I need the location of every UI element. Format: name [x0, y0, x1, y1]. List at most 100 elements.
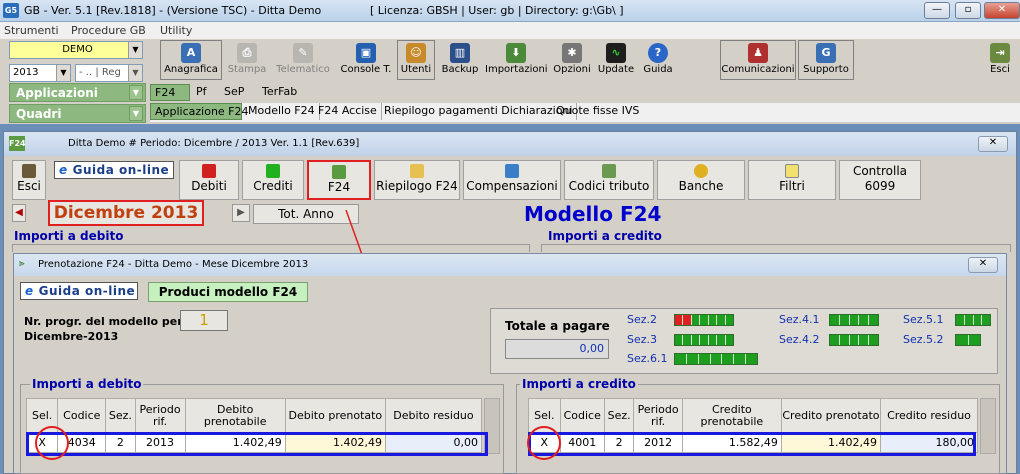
- opzioni-button[interactable]: ✱ Opzioni: [552, 40, 592, 80]
- telematico-label: Telematico: [276, 64, 330, 75]
- sez42-seg: [840, 335, 850, 345]
- tab-terfab[interactable]: TerFab: [258, 84, 301, 101]
- prenotazione-close-button[interactable]: ✕: [968, 257, 998, 273]
- debito-sel-circle: [35, 426, 69, 460]
- col-sez: Sez.: [603, 398, 635, 433]
- compensazioni-label: Compensazioni: [466, 179, 558, 193]
- chevron-down-icon: ▼: [129, 85, 143, 100]
- users-icon: ☺: [406, 43, 426, 63]
- tab-pf[interactable]: Pf: [192, 84, 211, 101]
- menu-strumenti[interactable]: Strumenti: [4, 24, 59, 37]
- filtri-button[interactable]: Filtri: [748, 160, 836, 200]
- f24-button[interactable]: F24: [307, 160, 371, 200]
- importazioni-button[interactable]: ⬇ Importazioni: [484, 40, 548, 80]
- backup-button[interactable]: ▥ Backup: [440, 40, 480, 80]
- sez41-seg: [869, 315, 878, 325]
- opzioni-label: Opzioni: [553, 64, 591, 75]
- sez2-seg: [691, 315, 701, 325]
- import-arrow-icon: ⬇: [506, 43, 526, 63]
- col-periodo: Periodo rif.: [134, 398, 186, 433]
- next-period-button[interactable]: ▶: [232, 204, 250, 222]
- stampa-label: Stampa: [227, 64, 267, 75]
- banche-label: Banche: [678, 179, 724, 193]
- window-icon: ⫸: [19, 258, 25, 269]
- prenotazione-window: ⫸ Prenotazione F24 - Ditta Demo - Mese D…: [13, 253, 1007, 474]
- win2-guida-online-button[interactable]: e Guida on-line: [20, 282, 138, 300]
- comunicazioni-button[interactable]: ♟ Comunicazioni: [720, 40, 796, 80]
- sez2-seg: [675, 315, 684, 325]
- sez61-seg: [675, 354, 687, 364]
- credito-sel-circle: [527, 426, 561, 460]
- riepilogo-f24-button[interactable]: Riepilogo F24: [374, 160, 460, 200]
- progr-value[interactable]: 1: [180, 310, 228, 331]
- company-select[interactable]: DEMO ▼: [9, 41, 143, 59]
- tab-sep[interactable]: SeP: [220, 84, 248, 101]
- tab-quote-fisse-ivs[interactable]: Quote fisse IVS: [552, 103, 643, 120]
- credito-scrollbar[interactable]: [980, 398, 996, 454]
- sez2-seg: [717, 315, 726, 325]
- console-button[interactable]: ▣ Console T.: [337, 40, 395, 80]
- stampa-button[interactable]: ⎙ Stampa: [224, 40, 270, 80]
- prev-period-button[interactable]: ◀: [12, 204, 26, 222]
- filter-list-icon: [785, 164, 799, 178]
- win1-credito-grid: [541, 244, 1011, 252]
- tab-riepilogo-pagamenti[interactable]: Riepilogo pagamenti Dichiarazioni: [380, 103, 578, 120]
- company-select-value: DEMO: [62, 44, 93, 55]
- update-button[interactable]: ∿ Update: [596, 40, 636, 80]
- sez51-seg: [974, 315, 983, 325]
- support-icon: G: [816, 43, 836, 63]
- sez41-seg: [859, 315, 870, 325]
- tab-modello-f24[interactable]: Modello F24: [244, 103, 320, 120]
- sez2-bar: [674, 314, 734, 326]
- restore-button[interactable]: ▫: [955, 2, 981, 19]
- esci-button[interactable]: ⇥ Esci: [984, 40, 1016, 80]
- controlla-button[interactable]: Controlla 6099: [839, 160, 921, 200]
- menu-utility[interactable]: Utility: [160, 24, 192, 37]
- win1-guida-online-button[interactable]: e Guida on-line: [54, 161, 174, 179]
- importazioni-label: Importazioni: [485, 64, 548, 75]
- codici-tributo-button[interactable]: Codici tributo: [564, 160, 654, 200]
- year-select[interactable]: 2013 ▼: [9, 64, 71, 82]
- sez42-seg: [850, 335, 860, 345]
- col-credito-prenotabile: Credito prenotabile: [681, 398, 782, 433]
- reg-select[interactable]: - .. | Reg ▼: [75, 64, 143, 82]
- printer-icon: ⎙: [237, 43, 257, 63]
- anagrafica-button[interactable]: A Anagrafica: [160, 40, 222, 80]
- win1-esci-button[interactable]: Esci: [12, 160, 46, 200]
- quadri-panel[interactable]: Quadri ▼: [9, 104, 146, 123]
- menu-bar: Strumenti Procedure GB Utility: [0, 22, 1020, 39]
- banche-button[interactable]: Banche: [657, 160, 745, 200]
- sez42-label: Sez.4.2: [779, 333, 820, 346]
- supporto-button[interactable]: G Supporto: [798, 40, 854, 80]
- guida-button[interactable]: ? Guida: [640, 40, 676, 80]
- f24-window-close-button[interactable]: ✕: [978, 136, 1008, 152]
- f24-window-title: Ditta Demo # Periodo: Dicembre / 2013 Ve…: [68, 138, 360, 149]
- controlla-code: 6099: [864, 179, 896, 193]
- debiti-button[interactable]: Debiti: [179, 160, 239, 200]
- credito-header-row: Sel. Codice Sez. Periodo rif. Credito pr…: [528, 398, 979, 433]
- crediti-button[interactable]: Crediti: [242, 160, 304, 200]
- sez2-label: Sez.2: [627, 313, 658, 326]
- compensazioni-button[interactable]: Compensazioni: [463, 160, 561, 200]
- console-label: Console T.: [340, 64, 392, 75]
- close-button[interactable]: ✕: [984, 2, 1020, 19]
- produci-modello-button[interactable]: Produci modello F24: [148, 282, 308, 302]
- credito-heading: Importi a credito: [520, 377, 638, 391]
- utenti-button[interactable]: ☺ Utenti: [397, 40, 435, 80]
- telematico-button[interactable]: ✎ Telematico: [272, 40, 334, 80]
- chevron-down-icon: ▼: [128, 65, 142, 81]
- menu-procedure-gb[interactable]: Procedure GB: [71, 24, 146, 37]
- sez41-seg: [830, 315, 840, 325]
- riepilogo-f24-label: Riepilogo F24: [376, 179, 458, 193]
- anagrafica-label: Anagrafica: [164, 64, 218, 75]
- codici-tributo-label: Codici tributo: [568, 179, 650, 193]
- sez61-seg: [711, 354, 723, 364]
- applicazioni-label: Applicazioni: [16, 86, 98, 100]
- sez51-seg: [982, 315, 990, 325]
- tab-f24[interactable]: F24: [150, 84, 190, 101]
- applicazioni-panel[interactable]: Applicazioni ▼: [9, 83, 146, 102]
- ie-icon: e: [25, 284, 34, 298]
- tab-applicazione-f24[interactable]: Applicazione F24: [150, 103, 249, 120]
- minimize-button[interactable]: —: [924, 2, 950, 19]
- tab-f24-accise[interactable]: F24 Accise: [314, 103, 382, 120]
